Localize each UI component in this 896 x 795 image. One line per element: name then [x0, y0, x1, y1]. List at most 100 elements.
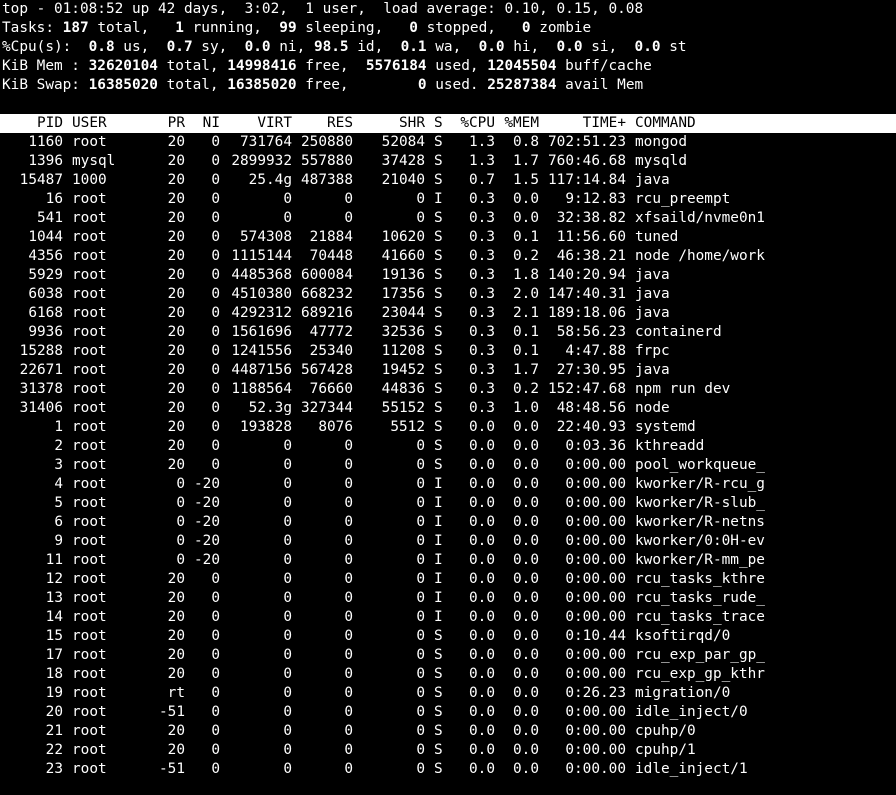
process-mem: 0.0: [513, 761, 539, 777]
process-row[interactable]: 22 root 20 0 0 0 0 S 0.0 0.0 0:00.00 cpuhp/1: [2, 741, 896, 760]
col-header-shr[interactable]: SHR: [353, 114, 425, 133]
process-cpu: 0.0: [469, 476, 495, 492]
process-row[interactable]: 31406 root 20 0 52.3g 327344 55152 S 0.3 1.0 48:48…: [2, 399, 896, 418]
col-header-pid[interactable]: PID: [2, 114, 63, 133]
process-row[interactable]: 3 root 20 0 0 0 0 S 0.0 0.0 0:00.00 pool_workqueue_: [2, 456, 896, 475]
process-state: S: [434, 457, 443, 473]
process-res: 487388: [301, 172, 353, 188]
process-table-header: PID USER PR NI VIRT RES SHR S %CPU %MEM TIME+ COMMA…: [0, 114, 896, 133]
process-priority: 0: [176, 514, 185, 530]
process-row[interactable]: 12 root 20 0 0 0 0 I 0.0 0.0 0:00.00 rcu_tasks_kthr…: [2, 570, 896, 589]
col-header-mem[interactable]: %MEM: [495, 114, 539, 133]
process-priority: 20: [167, 590, 185, 606]
process-virt: 4487156: [231, 362, 292, 378]
process-nice: 0: [211, 761, 220, 777]
process-row[interactable]: 1044 root 20 0 574308 21884 10620 S 0.3 0.1 11:56.…: [2, 228, 896, 247]
terminal-window[interactable]: top - 01:08:52 up 42 days, 3:02, 1 user,…: [0, 0, 896, 779]
process-row[interactable]: 9 root 0 -20 0 0 0 I 0.0 0.0 0:00.00 kworker/0:0H-e…: [2, 532, 896, 551]
col-header-pr[interactable]: PR: [141, 114, 185, 133]
process-priority: 20: [167, 723, 185, 739]
process-row[interactable]: 1396 mysql 20 0 2899932 557880 37428 S 1.3 1.7 760…: [2, 152, 896, 171]
process-row[interactable]: 4 root 0 -20 0 0 0 I 0.0 0.0 0:00.00 kworker/R-rcu_…: [2, 475, 896, 494]
process-command: cpuhp/1: [635, 742, 696, 758]
process-res: 47772: [309, 324, 353, 340]
col-header-ni[interactable]: NI: [185, 114, 220, 133]
process-shr: 0: [416, 476, 425, 492]
process-row[interactable]: 6038 root 20 0 4510380 668232 17356 S 0.3 2.0 147:…: [2, 285, 896, 304]
process-mem: 0.0: [513, 552, 539, 568]
process-command: idle_inject/1: [635, 761, 748, 777]
process-row[interactable]: 6 root 0 -20 0 0 0 I 0.0 0.0 0:00.00 kworker/R-netn…: [2, 513, 896, 532]
process-row[interactable]: 17 root 20 0 0 0 0 S 0.0 0.0 0:00.00 rcu_exp_par_gp…: [2, 646, 896, 665]
process-user: root: [72, 305, 107, 321]
process-row[interactable]: 9936 root 20 0 1561696 47772 32536 S 0.3 0.1 58:56…: [2, 323, 896, 342]
process-command: kworker/0:0H-ev: [635, 533, 765, 549]
swap-used-label: used.: [426, 77, 488, 93]
process-nice: 0: [211, 324, 220, 340]
tasks-zombie: 0: [521, 20, 531, 36]
process-row[interactable]: 4356 root 20 0 1115144 70448 41660 S 0.3 0.2 46:38…: [2, 247, 896, 266]
col-header-time[interactable]: TIME+: [539, 114, 626, 133]
process-row[interactable]: 22671 root 20 0 4487156 567428 19452 S 0.3 1.7 27:…: [2, 361, 896, 380]
process-virt: 0: [283, 628, 292, 644]
process-row[interactable]: 16 root 20 0 0 0 0 I 0.3 0.0 9:12.83 rcu_preempt: [2, 190, 896, 209]
process-priority: 20: [167, 343, 185, 359]
process-row[interactable]: 18 root 20 0 0 0 0 S 0.0 0.0 0:00.00 rcu_exp_gp_kth…: [2, 665, 896, 684]
process-command: kworker/R-mm_pe: [635, 552, 765, 568]
process-row[interactable]: 15288 root 20 0 1241556 25340 11208 S 0.3 0.1 4:47…: [2, 342, 896, 361]
process-priority: 0: [176, 533, 185, 549]
process-row[interactable]: 14 root 20 0 0 0 0 I 0.0 0.0 0:00.00 rcu_tasks_trac…: [2, 608, 896, 627]
cpu-wa: 0.1: [400, 39, 427, 55]
process-row[interactable]: 21 root 20 0 0 0 0 S 0.0 0.0 0:00.00 cpuhp/0: [2, 722, 896, 741]
process-virt: 4510380: [231, 286, 292, 302]
process-user: 1000: [72, 172, 107, 188]
process-row[interactable]: 19 root rt 0 0 0 0 S 0.0 0.0 0:26.23 migration/0: [2, 684, 896, 703]
cpu-sy: 0.7: [166, 39, 193, 55]
process-priority: 20: [167, 381, 185, 397]
process-row[interactable]: 31378 root 20 0 1188564 76660 44836 S 0.3 0.2 152:…: [2, 380, 896, 399]
process-row[interactable]: 13 root 20 0 0 0 0 I 0.0 0.0 0:00.00 rcu_tasks_rude…: [2, 589, 896, 608]
col-header-user[interactable]: USER: [72, 114, 141, 133]
process-row[interactable]: 6168 root 20 0 4292312 689216 23044 S 0.3 2.1 189:…: [2, 304, 896, 323]
process-pid: 15487: [19, 172, 63, 188]
process-res: 0: [344, 723, 353, 739]
process-user: root: [72, 438, 107, 454]
process-row[interactable]: 20 root -51 0 0 0 0 S 0.0 0.0 0:00.00 idle_inject/0: [2, 703, 896, 722]
process-res: 327344: [301, 400, 353, 416]
col-header-command[interactable]: COMMAND: [635, 114, 835, 133]
process-row[interactable]: 11 root 0 -20 0 0 0 I 0.0 0.0 0:00.00 kworker/R-mm_…: [2, 551, 896, 570]
process-row[interactable]: 1160 root 20 0 731764 250880 52084 S 1.3 0.8 702:5…: [2, 133, 896, 152]
process-user: root: [72, 552, 107, 568]
process-row[interactable]: 2 root 20 0 0 0 0 S 0.0 0.0 0:03.36 kthreadd: [2, 437, 896, 456]
process-row[interactable]: 1 root 20 0 193828 8076 5512 S 0.0 0.0 22:40.93 sys…: [2, 418, 896, 437]
process-nice: -20: [194, 476, 220, 492]
process-pid: 6038: [28, 286, 63, 302]
col-header-res[interactable]: RES: [292, 114, 353, 133]
process-res: 70448: [309, 248, 353, 264]
process-time: 117:14.84: [548, 172, 626, 188]
process-virt: 0: [283, 647, 292, 663]
process-cpu: 0.0: [469, 552, 495, 568]
col-header-virt[interactable]: VIRT: [220, 114, 292, 133]
process-time: 189:18.06: [548, 305, 626, 321]
process-row[interactable]: 541 root 20 0 0 0 0 S 0.3 0.0 32:38.82 xfsaild/nvme…: [2, 209, 896, 228]
process-row[interactable]: 5929 root 20 0 4485368 600084 19136 S 0.3 1.8 140:…: [2, 266, 896, 285]
process-shr: 0: [416, 628, 425, 644]
process-mem: 0.1: [513, 229, 539, 245]
col-header-cpu[interactable]: %CPU: [443, 114, 495, 133]
process-res: 0: [344, 609, 353, 625]
process-row[interactable]: 23 root -51 0 0 0 0 S 0.0 0.0 0:00.00 idle_inject/1: [2, 760, 896, 779]
process-row[interactable]: 5 root 0 -20 0 0 0 I 0.0 0.0 0:00.00 kworker/R-slub…: [2, 494, 896, 513]
process-virt: 0: [283, 723, 292, 739]
process-row[interactable]: 15487 1000 20 0 25.4g 487388 21040 S 0.7 1.5 117:1…: [2, 171, 896, 190]
swap-label: KiB Swap:: [2, 77, 89, 93]
process-shr: 5512: [390, 419, 425, 435]
process-state: S: [434, 666, 443, 682]
process-mem: 0.0: [513, 742, 539, 758]
process-time: 0:00.00: [565, 590, 626, 606]
process-priority: 0: [176, 495, 185, 511]
process-row[interactable]: 15 root 20 0 0 0 0 S 0.0 0.0 0:10.44 ksoftirqd/0: [2, 627, 896, 646]
process-cpu: 0.0: [469, 761, 495, 777]
process-command: kworker/R-rcu_g: [635, 476, 765, 492]
col-header-state[interactable]: S: [434, 114, 443, 133]
